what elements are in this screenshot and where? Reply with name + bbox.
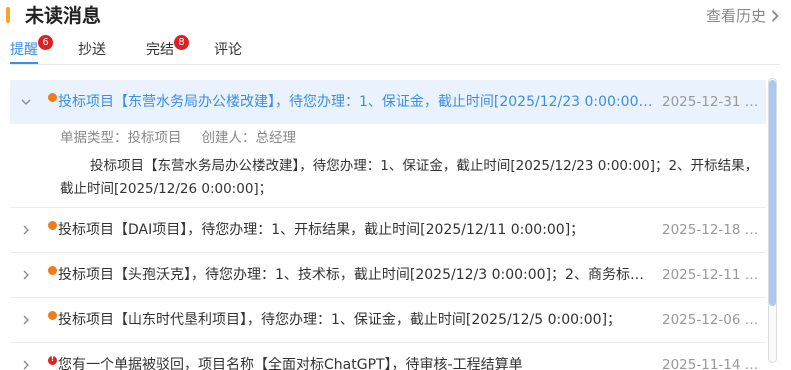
tab-completed-label[interactable]: 完结 [146,42,174,58]
tab-reminder[interactable]: 提醒 6 [10,35,53,60]
message-date: 2025-12-18 00:00:00 [662,222,762,238]
tab-completed[interactable]: 完结 8 [146,35,189,60]
message-list: 投标项目【东营水务局办公楼改建】，待您办理：1、保证金，截止时间[2025/12… [10,80,766,370]
chevron-right-icon[interactable] [20,359,32,370]
message-detail: 单据类型：投标项目 创建人：总经理 投标项目【东营水务局办公楼改建】，待您办理：1… [10,124,766,207]
tab-comments[interactable]: 评论 [214,40,242,60]
message-row[interactable]: 投标项目【东营水务局办公楼改建】，待您办理：1、保证金，截止时间[2025/12… [10,80,766,208]
scrollbar-thumb[interactable] [769,80,776,306]
message-title[interactable]: 投标项目【东营水务局办公楼改建】，待您办理：1、保证金，截止时间[2025/12… [58,92,654,112]
message-row[interactable]: 投标项目【DAI项目】，待您办理：1、开标结果，截止时间[2025/12/11 … [10,208,766,253]
message-row[interactable]: 投标项目【头孢沃克】，待您办理：1、技术标，截止时间[2025/12/3 0:0… [10,253,766,298]
view-history-label[interactable]: 查看历史 [706,6,766,26]
chevron-right-icon[interactable] [20,224,32,236]
message-date: 2025-12-31 00:00:00 [662,94,762,110]
header: 未读消息 查看历史 [0,0,791,34]
tab-reminder-label[interactable]: 提醒 [10,42,38,58]
chevron-right-icon[interactable] [20,314,32,326]
chevron-right-icon[interactable] [20,269,32,281]
unread-dot-icon [48,221,57,230]
page-title: 未读消息 [25,5,102,27]
chevron-right-icon [771,10,779,22]
message-row[interactable]: 投标项目【山东时代垦利项目】，待您办理：1、保证金，截止时间[2025/12/5… [10,298,766,343]
unread-dot-icon [48,266,57,275]
tab-cc[interactable]: 抄送 [78,40,106,60]
message-title[interactable]: 投标项目【DAI项目】，待您办理：1、开标结果，截止时间[2025/12/11 … [58,220,654,240]
tab-completed-badge: 8 [174,35,189,50]
message-row[interactable]: 您有一个单据被驳回，项目名称【全面对标ChatGPT】，待审核-工程结算单 20… [10,343,766,370]
message-row-header[interactable]: 投标项目【东营水务局办公楼改建】，待您办理：1、保证金，截止时间[2025/12… [10,80,766,124]
message-title[interactable]: 投标项目【头孢沃克】，待您办理：1、技术标，截止时间[2025/12/3 0:0… [58,265,654,285]
unread-dot-icon [48,93,57,102]
message-date: 2025-11-14 00:00:00 [662,357,762,370]
view-history-link[interactable]: 查看历史 [706,6,779,26]
message-title[interactable]: 您有一个单据被驳回，项目名称【全面对标ChatGPT】，待审核-工程结算单 [58,355,654,370]
message-meta: 单据类型：投标项目 创建人：总经理 [60,128,766,148]
message-content: 投标项目【东营水务局办公楼改建】，待您办理：1、保证金，截止时间[2025/12… [60,158,759,197]
tab-divider [10,64,780,65]
unread-dot-icon [48,311,57,320]
tab-cc-label[interactable]: 抄送 [78,42,106,58]
message-date: 2025-12-06 00:00:00 [662,312,762,328]
message-title[interactable]: 投标项目【山东时代垦利项目】，待您办理：1、保证金，截止时间[2025/12/5… [58,310,654,330]
creator: 创建人：总经理 [201,130,297,146]
alert-dot-icon [48,354,57,365]
tab-comments-label[interactable]: 评论 [214,42,242,58]
tab-bar: 提醒 6 抄送 完结 8 评论 [0,35,791,66]
tab-reminder-badge: 6 [38,35,53,50]
chevron-down-icon[interactable] [20,96,32,108]
title-accent-bar [6,7,10,23]
message-date: 2025-12-11 00:00:00 [662,267,762,283]
document-type: 单据类型：投标项目 [60,130,182,146]
